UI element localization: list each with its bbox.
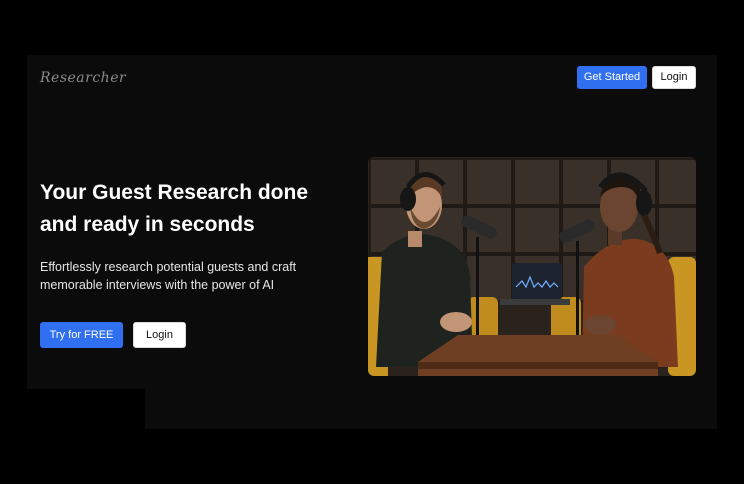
hero-subtext-line-1: Effortlessly research potential guests a… (40, 260, 297, 274)
try-for-free-button[interactable]: Try for FREE (40, 322, 123, 348)
hero-headline-line-1: Your Guest Research done (40, 181, 309, 204)
main-panel-lower (145, 389, 717, 429)
hero-headline: Your Guest Research done and ready in se… (40, 177, 340, 241)
podcast-studio-image (368, 157, 696, 376)
hero-login-button[interactable]: Login (133, 322, 186, 348)
hero-headline-line-2: and ready in seconds (40, 213, 255, 236)
get-started-button[interactable]: Get Started (577, 66, 647, 89)
logo[interactable]: Researcher (40, 70, 126, 86)
hero-subtext: Effortlessly research potential guests a… (40, 258, 330, 294)
hero-subtext-line-2: memorable interviews with the power of A… (40, 278, 275, 292)
header-login-button[interactable]: Login (652, 66, 696, 89)
